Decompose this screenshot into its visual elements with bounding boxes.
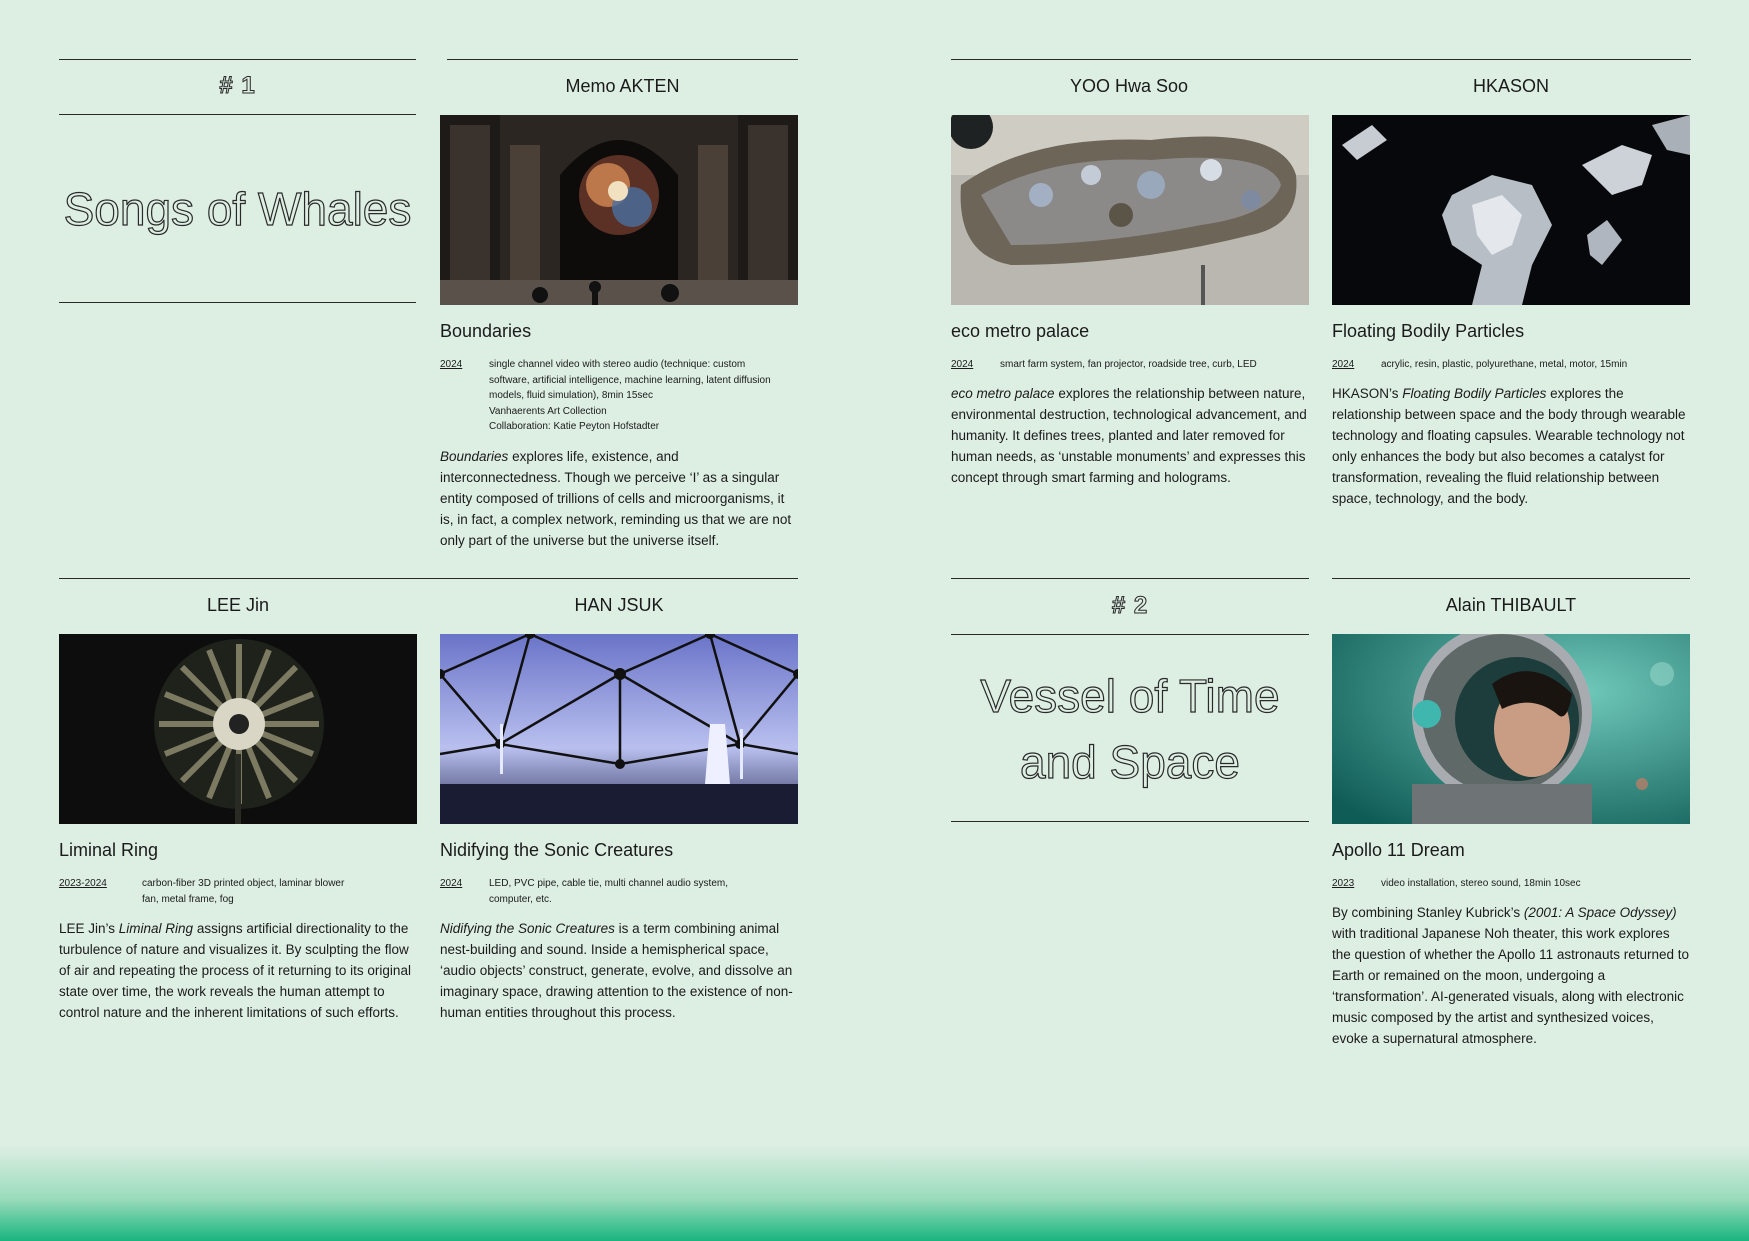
desc-emphasis: (2001: A Space Odyssey) — [1523, 905, 1677, 920]
meta-line: Collaboration: Katie Peyton Hofstadter — [489, 421, 660, 432]
section2-mid-rule — [951, 634, 1309, 635]
meta-line: fan, metal frame, fog — [142, 893, 234, 905]
meta-line: LED, PVC pipe, cable tie, multi channel … — [489, 878, 729, 889]
artwork-year: 2024 — [440, 359, 463, 370]
section2-top-rule — [951, 578, 1309, 579]
artwork-description: By combining Stanley Kubrick’s (2001: A … — [1332, 902, 1690, 1049]
section2-number: # 2 — [1111, 592, 1149, 620]
artwork-card-floating-bodily-particles: HKASON Floating Bodily Particles 2024 ac… — [1332, 59, 1690, 519]
section2-bottom-rule — [951, 821, 1309, 822]
meta-line: computer, etc. — [489, 893, 552, 905]
desc-prefix: By combining Stanley Kubrick’s — [1332, 905, 1524, 920]
artwork-description: eco metro palace explores the relationsh… — [951, 383, 1309, 488]
artwork-image — [59, 634, 417, 824]
desc-prefix: LEE Jin’s — [59, 921, 119, 936]
artwork-year: 2024 — [440, 878, 463, 889]
desc-emphasis: eco metro palace — [951, 386, 1055, 401]
meta-line: video installation, stereo sound, 18min … — [1381, 878, 1581, 889]
artist-name: LEE Jin — [206, 595, 270, 615]
desc-emphasis: Liminal Ring — [118, 921, 194, 936]
artwork-image — [1332, 115, 1690, 305]
artwork-title: eco metro palace — [951, 321, 1090, 341]
artwork-description: HKASON’s Floating Bodily Particles explo… — [1332, 383, 1690, 509]
desc-text: with traditional Japanese Noh theater, t… — [1332, 926, 1689, 1046]
section2-title-line: Vessel of Time — [980, 669, 1280, 722]
artwork-image — [440, 115, 798, 305]
bottom-gradient-band — [0, 1146, 1749, 1241]
artwork-card-eco-metro-palace: YOO Hwa Soo eco metro palace 2024 smart … — [951, 59, 1691, 519]
artwork-title: Floating Bodily Particles — [1332, 321, 1525, 341]
artist-name: HKASON — [1472, 76, 1550, 96]
meta-line: smart farm system, fan projector, roadsi… — [1000, 359, 1257, 370]
section1-number: # 1 — [219, 72, 256, 100]
artwork-year: 2024 — [951, 359, 974, 370]
artwork-card-apollo-11-dream: Alain THIBAULT Apollo 11 Dream 2023 vide… — [1332, 578, 1690, 1058]
artwork-title: Boundaries — [440, 321, 532, 341]
meta-line: acrylic, resin, plastic, polyurethane, m… — [1381, 359, 1628, 370]
meta-line: carbon-fiber 3D printed object, laminar … — [142, 878, 345, 889]
artist-name: HAN JSUK — [574, 595, 664, 615]
section1-mid-rule — [59, 114, 416, 115]
artwork-title: Liminal Ring — [59, 840, 159, 860]
section1-title: Songs of Whales — [63, 182, 412, 235]
desc-emphasis: Boundaries — [440, 449, 509, 464]
artwork-image — [440, 634, 798, 824]
artwork-year: 2023-2024 — [59, 878, 107, 889]
artist-name: Memo AKTEN — [447, 59, 798, 97]
meta-line: Vanhaerents Art Collection — [489, 405, 607, 417]
artwork-description: Nidifying the Sonic Creatures is a term … — [440, 918, 798, 1023]
artwork-image — [1332, 634, 1690, 824]
artist-name: Alain THIBAULT — [1332, 578, 1690, 616]
section2-title-line: and Space — [1019, 735, 1240, 788]
meta-line: single channel video with stereo audio (… — [489, 359, 746, 370]
artwork-image — [951, 115, 1309, 305]
desc-prefix: HKASON’s — [1332, 386, 1403, 401]
artwork-card-liminal-ring: LEE Jin Liminal Ring 2023-2024 carbon-fi… — [59, 578, 417, 1048]
desc-emphasis: Nidifying the Sonic Creatures — [440, 921, 615, 936]
artwork-description: LEE Jin’s Liminal Ring assigns artificia… — [59, 918, 417, 1023]
section1-bottom-rule — [59, 302, 416, 303]
artwork-card-nidifying: HAN JSUK Nidifying the Sonic Creatures 2… — [440, 578, 798, 1048]
meta-line: models, fluid simulation), 8min 15sec — [489, 390, 653, 401]
artwork-card-boundaries: Memo AKTEN Boundaries 2024 single channe… — [440, 59, 798, 559]
section2-title: Vessel of Time and Space — [951, 663, 1309, 795]
artwork-description: Boundaries explores life, existence, and… — [440, 446, 798, 551]
desc-emphasis: Floating Bodily Particles — [1402, 386, 1547, 401]
desc-text: explores the relationship between space … — [1332, 386, 1686, 506]
meta-line: software, artificial intelligence, machi… — [489, 374, 771, 386]
artwork-title: Nidifying the Sonic Creatures — [440, 840, 674, 860]
artwork-year: 2024 — [1332, 359, 1355, 370]
artwork-year: 2023 — [1332, 878, 1355, 889]
section1-top-rule — [59, 59, 416, 60]
artwork-title: Apollo 11 Dream — [1332, 840, 1465, 860]
